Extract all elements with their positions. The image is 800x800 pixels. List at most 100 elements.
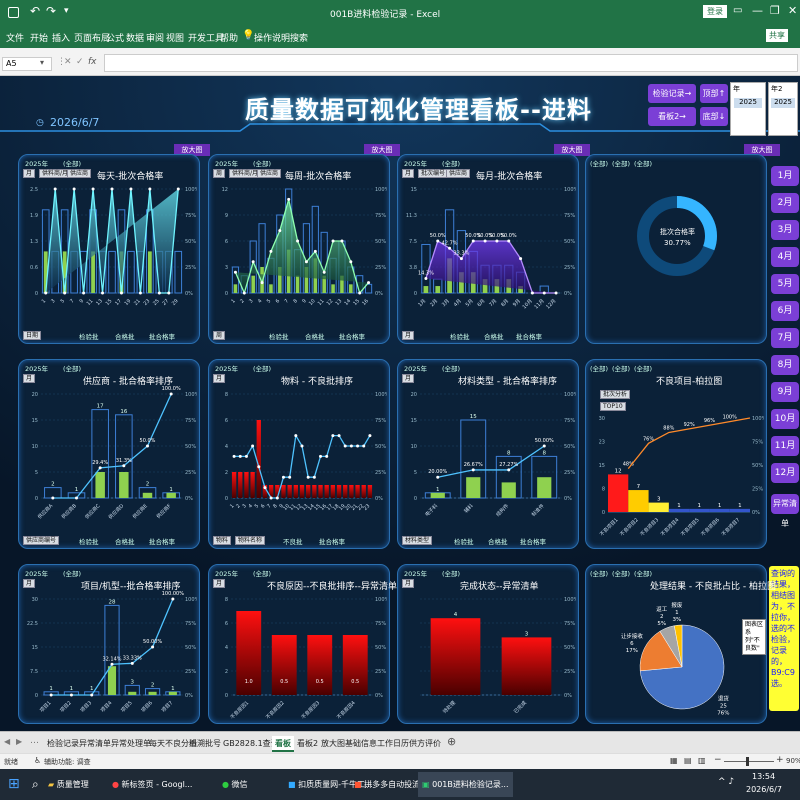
ribbon-tab-insert[interactable]: 插入 xyxy=(52,31,70,44)
zoom-in-icon[interactable]: + xyxy=(776,755,784,765)
clock-date[interactable]: 2026/6/7 xyxy=(746,785,782,794)
minimize-icon[interactable]: — xyxy=(752,4,763,17)
panel-9-filter-month[interactable]: 月 xyxy=(23,579,36,588)
panel-1-filter-month[interactable]: 月 xyxy=(23,169,36,178)
panel-7-type-filter[interactable]: 材料类型 xyxy=(402,536,433,545)
panel-material-defect[interactable]: 2025年 (全部) 月 物料 - 不良批排序 8100%675%450%225… xyxy=(208,359,390,549)
panel-project-ranking[interactable]: 2025年 (全部) 月 项目/机型--批合格率排序 30100%22.575%… xyxy=(18,564,200,724)
panel-overall-pass-rate[interactable]: (全部) (全部) (全部) 批次合格率 30.77% xyxy=(585,154,767,344)
taskbar-item-excel[interactable]: ▣ 001B进料检验记录... xyxy=(418,772,513,797)
panel-1-date-filter[interactable]: 日期 xyxy=(23,331,42,340)
nav-board2-button[interactable]: 看板2→ xyxy=(648,107,696,126)
panel-2-filter-week[interactable]: 周 xyxy=(213,169,226,178)
next-sheet-icon[interactable]: ▶ xyxy=(16,737,22,746)
panel-10-filter-month[interactable]: 月 xyxy=(213,579,226,588)
zoom-slider-thumb[interactable] xyxy=(746,757,749,766)
panel-2-filter-supplier[interactable]: 供应商 xyxy=(257,169,282,178)
ribbon-display-icon[interactable]: ▭ xyxy=(733,5,742,16)
panel-weekly-pass-rate[interactable]: 2025年 (全部) 周 供料商/月 供应商 每周-批次合格率 12100%97… xyxy=(208,154,390,344)
panel-5-supplier-filter[interactable]: 供应商编号 xyxy=(23,536,60,545)
panel-supplier-ranking[interactable]: 2025年 (全部) 月 供应商 - 批合格率排序 20100%1575%105… xyxy=(18,359,200,549)
sheet-tab-supplier-eval[interactable]: 供方评价 xyxy=(406,736,444,752)
clock-time[interactable]: 13:54 xyxy=(752,772,775,781)
undo-icon[interactable]: ↶ xyxy=(30,4,40,18)
status-accessibility[interactable]: 辅助功能: 调查 xyxy=(44,757,91,767)
panel-6-material-name-filter[interactable]: 物料名称 xyxy=(235,536,266,545)
panel-defect-cause-ranking[interactable]: 2025年 (全部) 月 不良原因--不良批排序--异常清单 8100%675%… xyxy=(208,564,397,724)
month-button-2[interactable]: 2月 xyxy=(771,193,799,213)
month-button-10[interactable]: 10月 xyxy=(771,409,799,429)
insert-function-icon[interactable]: fx xyxy=(88,57,97,67)
month-button-12[interactable]: 12月 xyxy=(771,463,799,483)
panel-daily-pass-rate[interactable]: 2025年 (全部) 月 供料商/月 供应商 每天-批次合格率 2.5100%1… xyxy=(18,154,200,344)
taskbar-item-pdd[interactable]: ■ 拼多多自动投流... xyxy=(354,772,428,797)
panel-3-filter-month[interactable]: 月 xyxy=(402,169,415,178)
ribbon-tab-view[interactable]: 视图 xyxy=(166,31,184,44)
panel-2-week-filter[interactable]: 周 xyxy=(213,331,226,340)
month-button-11[interactable]: 11月 xyxy=(771,436,799,456)
panel-defect-pareto[interactable]: (全部) (全部) (全部) 不良项目-柏拉图 批次分析 TOP10 30 100… xyxy=(585,359,767,549)
year-slicer-item[interactable]: 2025 xyxy=(734,98,762,108)
ribbon-tab-help[interactable]: 帮助 xyxy=(220,31,238,44)
panel-handling-result-pie[interactable]: (全部) (全部) (全部) 处理结果 - 不良批占比 - 柏拉图 退货 25 76… xyxy=(585,564,776,724)
month-button-4[interactable]: 4月 xyxy=(771,247,799,267)
month-button-8[interactable]: 8月 xyxy=(771,355,799,375)
panel-1-filter-supplier[interactable]: 供应商 xyxy=(67,169,92,178)
save-icon[interactable] xyxy=(8,7,19,18)
zoom-slider[interactable] xyxy=(724,757,774,766)
year-slicer[interactable]: 年 2025 xyxy=(730,82,766,136)
month-button-9[interactable]: 9月 xyxy=(771,382,799,402)
worksheet-area[interactable]: 质量数据可视化管理看板--进料 ◷ 2026/6/7 检验记录→ 顶部↑ 看板2… xyxy=(0,76,800,731)
panel-3-filter-batch[interactable]: 批次编号 xyxy=(418,169,449,178)
login-button[interactable]: 登录 xyxy=(703,5,727,18)
month-button-5[interactable]: 5月 xyxy=(771,274,799,294)
panel-5-filter-month[interactable]: 月 xyxy=(23,374,36,383)
ribbon-tab-review[interactable]: 审阅 xyxy=(146,31,164,44)
close-icon[interactable]: ✕ xyxy=(788,4,797,17)
page-layout-view-icon[interactable]: ▤ xyxy=(684,756,692,765)
prev-sheet-icon[interactable]: ◀ xyxy=(4,737,10,746)
share-button[interactable]: 共享 xyxy=(766,29,788,42)
ribbon-tab-developer[interactable]: 开发工具 xyxy=(188,31,224,44)
panel-completion-status[interactable]: 2025年 (全部) 月 完成状态--异常清单 100%75%50%25%0%4… xyxy=(397,564,579,724)
ribbon-tab-home[interactable]: 开始 xyxy=(30,31,48,44)
nav-top-button[interactable]: 顶部↑ xyxy=(700,84,728,103)
exception-list-button[interactable]: 异常清单 xyxy=(771,494,799,528)
name-box-dropdown-icon[interactable]: ▾ xyxy=(40,58,44,67)
add-sheet-icon[interactable]: ⊕ xyxy=(447,735,456,748)
name-box[interactable]: A5 xyxy=(2,57,52,71)
panel-6-filter-month[interactable]: 月 xyxy=(213,374,226,383)
maximize-icon[interactable]: ❐ xyxy=(770,4,780,17)
panel-11-filter-month[interactable]: 月 xyxy=(402,579,415,588)
panel-3-filter-supplier[interactable]: 供应商 xyxy=(446,169,471,178)
nav-inspection-log-button[interactable]: 检验记录→ xyxy=(648,84,696,103)
enter-icon[interactable]: ✓ xyxy=(76,57,84,67)
normal-view-icon[interactable]: ▦ xyxy=(670,756,678,765)
ribbon-tab-data[interactable]: 数据 xyxy=(126,31,144,44)
panel-monthly-pass-rate[interactable]: 2025年 (全部) 月 批次编号 供应商 每月-批次合格率 15100%11.… xyxy=(397,154,579,344)
more-sheets-icon[interactable]: … xyxy=(30,736,39,746)
ribbon-tab-formulas[interactable]: 公式 xyxy=(106,31,124,44)
month-button-7[interactable]: 7月 xyxy=(771,328,799,348)
cancel-icon[interactable]: ✕ xyxy=(64,57,72,67)
zoom-level[interactable]: 90% xyxy=(786,757,800,765)
page-break-view-icon[interactable]: ▥ xyxy=(698,756,706,765)
redo-icon[interactable]: ↷ xyxy=(46,4,56,18)
ribbon-tab-file[interactable]: 文件 xyxy=(6,31,24,44)
panel-7-filter-month[interactable]: 月 xyxy=(402,374,415,383)
year2-slicer[interactable]: 年2 2025 xyxy=(768,82,798,136)
year2-slicer-item[interactable]: 2025 xyxy=(771,98,795,108)
ribbon-tab-page-layout[interactable]: 页面布局 xyxy=(74,31,110,44)
taskbar-item-quality[interactable]: ▰ 质量管理 xyxy=(48,772,89,797)
customize-qat-icon[interactable]: ▾ xyxy=(64,6,69,16)
search-icon[interactable]: ⌕ xyxy=(32,777,39,792)
sheet-tab-trace-batch[interactable]: 追溯批号 xyxy=(186,736,224,752)
taskbar-item-chrome[interactable]: ● 新标签页 - Googl... xyxy=(112,772,192,797)
panel-6-material-filter[interactable]: 物料 xyxy=(213,536,232,545)
month-button-3[interactable]: 3月 xyxy=(771,220,799,240)
panel-material-type-ranking[interactable]: 2025年 (全部) 月 材料类型 - 批合格率排序 20100%1575%10… xyxy=(397,359,579,549)
sheet-tab-board[interactable]: 看板 xyxy=(272,736,294,752)
windows-start-icon[interactable]: ⊞ xyxy=(8,776,20,792)
zoom-out-icon[interactable]: − xyxy=(714,755,722,765)
panel-3-month-filter[interactable]: 月 xyxy=(402,331,415,340)
